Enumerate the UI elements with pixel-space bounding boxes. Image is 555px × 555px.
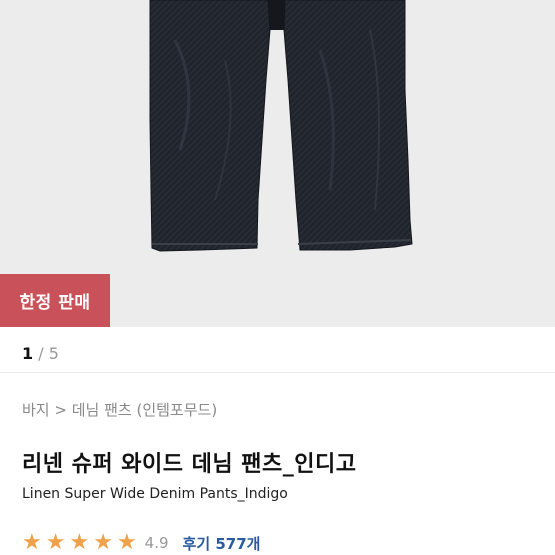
breadcrumb-arrow: > (49, 401, 72, 419)
section-divider (0, 372, 555, 373)
pager-separator: / (33, 344, 49, 363)
pager-current: 1 (22, 344, 34, 363)
star-icon: ★ (93, 530, 113, 555)
star-icon: ★ (45, 530, 66, 555)
product-title-english: Linen Super Wide Denim Pants_Indigo (22, 486, 288, 502)
breadcrumb: 바지 > 데님 팬츠 (인템포무드) (22, 399, 217, 420)
rating-row: ★ ★ ★ ★ ★ 4.9 후기 577개 (22, 530, 260, 555)
star-icon: ★ (116, 530, 137, 555)
image-pager: 1 / 5 (22, 344, 59, 363)
pants-right-leg (283, 0, 413, 251)
pants-left-leg (149, 0, 271, 252)
breadcrumb-brand[interactable]: (인템포무드) (136, 401, 217, 419)
pager-total: 5 (48, 344, 59, 363)
product-title-korean: 리넨 슈퍼 와이드 데님 팬츠_인디고 (22, 452, 357, 477)
rating-stars: ★ ★ ★ ★ ★ (22, 532, 141, 554)
breadcrumb-category[interactable]: 바지 (22, 401, 50, 419)
star-icon: ★ (22, 530, 42, 555)
limited-sale-badge: 한정 판매 (0, 274, 110, 327)
breadcrumb-subcategory[interactable]: 데님 팬츠 (72, 401, 132, 419)
rating-value: 4.9 (144, 534, 169, 552)
product-image-carousel[interactable]: 한정 판매 (0, 0, 555, 327)
review-count-link[interactable]: 후기 577개 (183, 533, 261, 554)
product-detail-screen: 한정 판매 1 / 5 바지 > 데님 팬츠 (인템포무드) 리넨 슈퍼 와이드… (0, 0, 555, 555)
star-icon: ★ (69, 530, 90, 555)
